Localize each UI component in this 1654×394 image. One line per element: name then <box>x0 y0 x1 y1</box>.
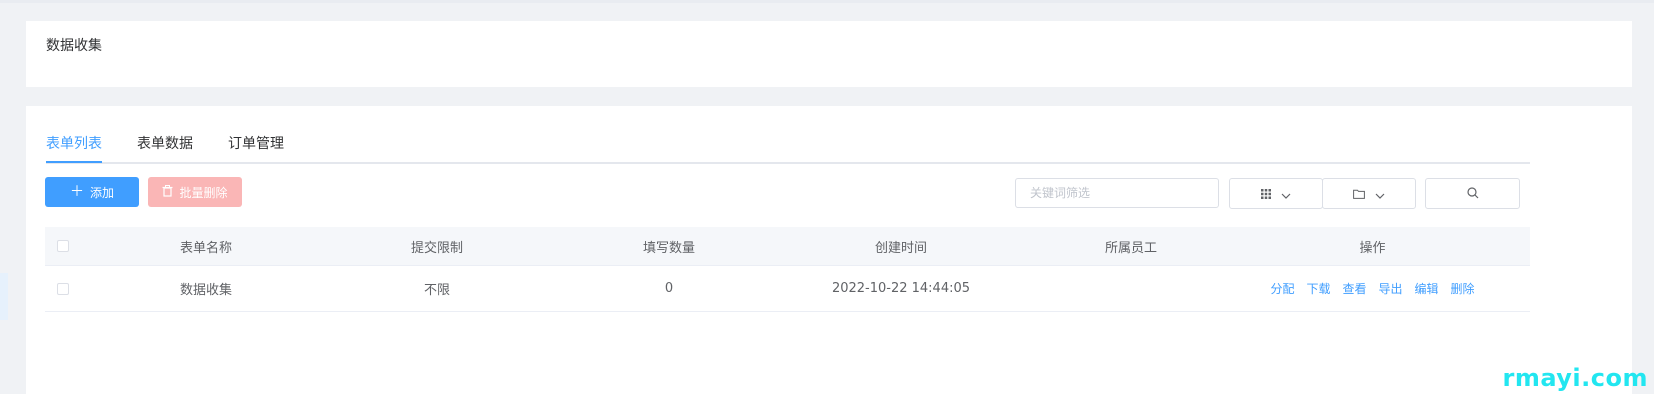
main-card: 表单列表 表单数据 订单管理 ＋ 添加 批量删除 关键词筛选 表单名称 提交限制… <box>26 106 1632 394</box>
column-header-submit-limit: 提交限制 <box>410 240 463 256</box>
folder-icon <box>1353 184 1365 203</box>
add-button-label: 添加 <box>89 185 114 200</box>
trash-icon <box>162 184 173 200</box>
folder-dropdown[interactable] <box>1322 178 1416 209</box>
grid-icon <box>1261 184 1271 203</box>
tab-form-list[interactable]: 表单列表 <box>46 134 102 163</box>
cell-fill-count: 0 <box>664 281 674 296</box>
add-button[interactable]: ＋ 添加 <box>45 177 139 207</box>
column-header-actions: 操作 <box>1359 240 1386 256</box>
download-link[interactable]: 下载 <box>1306 280 1330 297</box>
cell-actions: 分配 下载 查看 导出 编辑 删除 <box>1215 266 1530 311</box>
select-all-cell <box>45 227 80 265</box>
top-bar <box>0 0 1654 3</box>
batch-delete-button[interactable]: 批量删除 <box>148 177 242 207</box>
column-header-owner: 所属员工 <box>1104 240 1157 256</box>
row-select-cell <box>45 266 80 311</box>
form-table: 表单名称 提交限制 填写数量 创建时间 所属员工 操作 数据收集 不限 0 20… <box>45 227 1530 312</box>
view-link[interactable]: 查看 <box>1342 280 1366 297</box>
cell-created-time: 2022-10-22 14:44:05 <box>831 281 971 296</box>
page-header-card: 数据收集 <box>26 21 1632 87</box>
table-header: 表单名称 提交限制 填写数量 创建时间 所属员工 操作 <box>45 227 1530 266</box>
page-title: 数据收集 <box>46 38 102 54</box>
assign-link[interactable]: 分配 <box>1270 280 1294 297</box>
row-checkbox[interactable] <box>56 282 69 295</box>
table-row: 数据收集 不限 0 2022-10-22 14:44:05 分配 下载 查看 导… <box>45 266 1530 312</box>
tab-form-data[interactable]: 表单数据 <box>137 134 193 154</box>
column-header-form-name: 表单名称 <box>179 240 232 256</box>
column-header-created-time: 创建时间 <box>874 240 927 256</box>
chevron-down-icon <box>1281 184 1291 203</box>
cell-form-name: 数据收集 <box>179 283 232 298</box>
watermark: rmayi.com <box>1502 364 1648 392</box>
batch-delete-label: 批量删除 <box>179 185 228 200</box>
delete-link[interactable]: 删除 <box>1451 280 1475 297</box>
cell-submit-limit: 不限 <box>423 283 450 298</box>
keyword-filter-input[interactable] <box>1015 178 1219 208</box>
tab-order-management[interactable]: 订单管理 <box>228 134 284 154</box>
tabs: 表单列表 表单数据 订单管理 <box>46 134 1530 164</box>
search-button[interactable] <box>1425 178 1520 209</box>
search-icon <box>1466 184 1479 203</box>
left-edge-strip <box>0 273 8 320</box>
export-link[interactable]: 导出 <box>1379 280 1403 297</box>
chevron-down-icon <box>1375 184 1385 203</box>
cell-owner <box>1047 266 1215 311</box>
column-settings-dropdown[interactable] <box>1229 178 1323 209</box>
edit-link[interactable]: 编辑 <box>1415 280 1439 297</box>
column-header-fill-count: 填写数量 <box>642 240 695 256</box>
select-all-checkbox[interactable] <box>56 240 69 252</box>
plus-icon: ＋ <box>69 184 84 200</box>
